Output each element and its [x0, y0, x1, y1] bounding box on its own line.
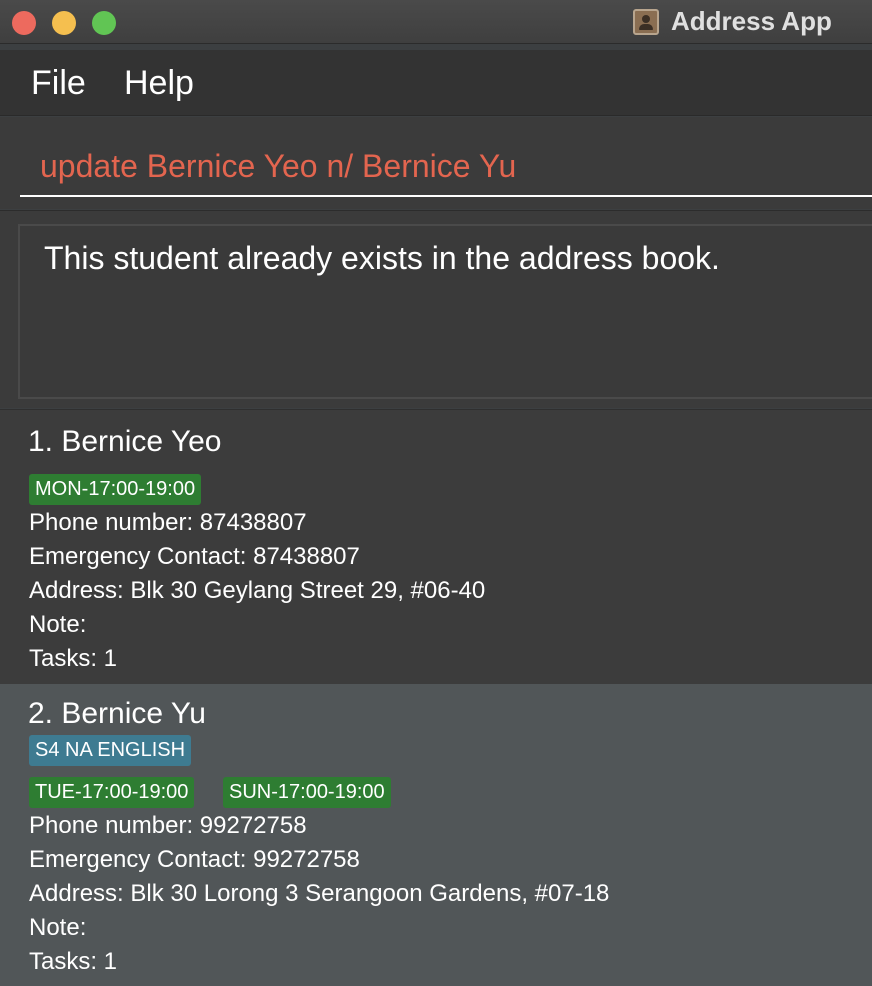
person-emergency-contact: Emergency Contact: 87438807 — [29, 543, 360, 570]
menu-file[interactable]: File — [31, 64, 86, 103]
maximize-window-button[interactable] — [92, 11, 116, 35]
person-tasks: Tasks: 1 — [29, 645, 118, 672]
minimize-window-button[interactable] — [52, 11, 76, 35]
person-address: Address: Blk 30 Lorong 3 Serangoon Garde… — [29, 880, 610, 907]
command-box — [0, 117, 872, 209]
menu-bar: File Help — [0, 50, 872, 116]
result-display-panel: This student already exists in the addre… — [0, 210, 872, 408]
window-title: Address App — [671, 6, 832, 36]
person-note: Note: — [29, 611, 87, 638]
person-tasks: Tasks: 1 — [29, 948, 118, 975]
person-phone: Phone number: 87438807 — [29, 509, 307, 536]
person-card[interactable]: 1. Bernice Yeo MON-17:00-19:00 Phone num… — [0, 409, 872, 684]
command-input[interactable] — [20, 137, 872, 197]
person-name: 2. Bernice Yu — [28, 697, 206, 730]
time-tag: TUE-17:00-19:00 — [29, 777, 195, 808]
window-titlebar: Address App — [0, 0, 872, 44]
person-note: Note: — [29, 914, 87, 941]
person-address: Address: Blk 30 Geylang Street 29, #06-4… — [29, 577, 486, 604]
result-display[interactable]: This student already exists in the addre… — [18, 224, 872, 399]
address-book-icon — [633, 9, 659, 35]
menu-help[interactable]: Help — [124, 64, 194, 103]
person-emergency-contact: Emergency Contact: 99272758 — [29, 846, 360, 873]
result-message: This student already exists in the addre… — [44, 240, 720, 276]
time-tag: MON-17:00-19:00 — [29, 474, 202, 505]
person-name: 1. Bernice Yeo — [28, 425, 222, 458]
person-phone: Phone number: 99272758 — [29, 812, 307, 839]
time-tag: SUN-17:00-19:00 — [223, 777, 391, 808]
person-list[interactable]: 1. Bernice Yeo MON-17:00-19:00 Phone num… — [0, 409, 872, 986]
close-window-button[interactable] — [12, 11, 36, 35]
person-card-selected[interactable]: 2. Bernice Yu S4 NA ENGLISH TUE-17:00-19… — [0, 684, 872, 986]
subject-tag: S4 NA ENGLISH — [29, 735, 192, 766]
